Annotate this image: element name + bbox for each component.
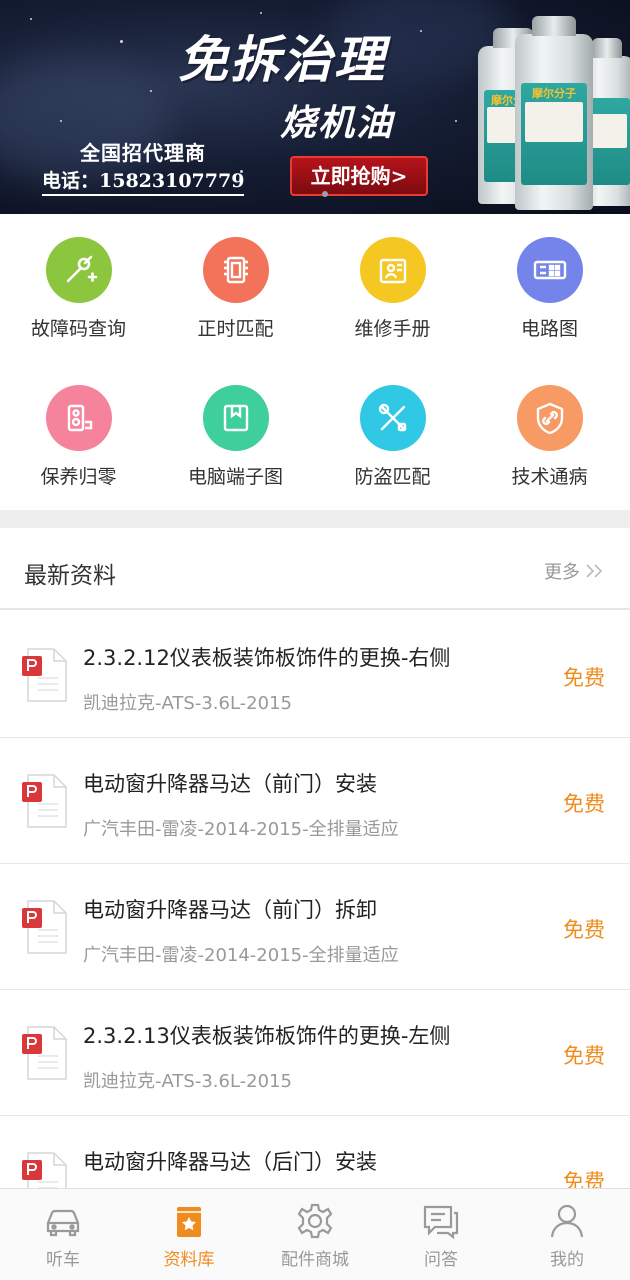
banner-star	[120, 40, 123, 43]
car-icon	[46, 1209, 80, 1237]
item-subtitle: 广汽丰田-雷凌-2014-2015-全排量适应	[83, 819, 399, 840]
double-chevron-right-icon	[586, 564, 603, 578]
list-item[interactable]: 电动窗升降器马达（前门）安装 广汽丰田-雷凌-2014-2015-全排量适应 免…	[0, 738, 630, 864]
category-label: 电脑端子图	[187, 466, 283, 488]
gear-icon	[297, 1203, 333, 1239]
category-common-issues[interactable]: 技术通病	[471, 362, 628, 510]
category-label: 正时匹配	[197, 318, 274, 340]
pdf-file-icon	[22, 648, 67, 702]
tab-mine[interactable]: 我的	[504, 1189, 630, 1280]
category-label: 保养归零	[40, 466, 117, 488]
library-icon	[177, 1207, 201, 1237]
tab-parts-mall[interactable]: 配件商城	[252, 1189, 378, 1280]
latest-section-header: 最新资料 更多	[0, 528, 630, 610]
item-subtitle: 凯迪拉克-ATS-3.6L-2015	[83, 693, 292, 714]
category-timing[interactable]: 正时匹配	[157, 214, 314, 362]
banner-headline: 免拆治理	[178, 30, 386, 89]
banner-agent-text: 全国招代理商	[80, 141, 206, 165]
category-circuit[interactable]: 电路图	[471, 214, 628, 362]
item-title: 2.3.2.13仪表板装饰板饰件的更换-左侧	[83, 1024, 451, 1048]
tab-library[interactable]: 资料库	[126, 1189, 252, 1280]
tab-label: 配件商城	[281, 1250, 349, 1270]
category-label: 技术通病	[511, 466, 588, 488]
pdf-file-icon	[22, 1026, 67, 1080]
shield-link-icon	[517, 385, 583, 451]
user-icon	[550, 1204, 584, 1238]
banner-star	[420, 30, 422, 32]
promo-banner[interactable]: 免拆治理 烧机油 全国招代理商 电话：15823107779 立即抢购> 摩尔分…	[0, 0, 630, 214]
item-title: 电动窗升降器马达（后门）安装	[83, 1150, 377, 1174]
category-label: 故障码查询	[30, 318, 126, 340]
item-subtitle: 凯迪拉克-ATS-3.6L-2015	[83, 1071, 292, 1092]
carousel-indicator	[322, 191, 328, 197]
tab-qa[interactable]: 问答	[378, 1189, 504, 1280]
item-title: 2.3.2.12仪表板装饰板饰件的更换-右侧	[83, 646, 451, 670]
banner-star	[455, 120, 457, 122]
product-can: 摩尔分子	[515, 16, 593, 210]
banner-star	[60, 120, 62, 122]
tab-label: 我的	[550, 1250, 584, 1270]
category-anti-theft[interactable]: 防盗匹配	[314, 362, 471, 510]
category-maintenance-reset[interactable]: 保养归零	[0, 362, 157, 510]
tab-listen-car[interactable]: 听车	[0, 1189, 126, 1280]
buy-now-button[interactable]: 立即抢购>	[290, 156, 428, 196]
category-label: 电路图	[520, 318, 578, 340]
category-fault-code[interactable]: 故障码查询	[0, 214, 157, 362]
banner-star	[260, 12, 262, 14]
list-item[interactable]: 电动窗升降器马达（前门）拆卸 广汽丰田-雷凌-2014-2015-全排量适应 免…	[0, 864, 630, 990]
tools-icon	[360, 385, 426, 451]
bottom-tab-bar: 听车 资料库 配件商城 问答 我的	[0, 1188, 630, 1280]
banner-subheadline: 烧机油	[280, 102, 395, 144]
chip-icon	[203, 237, 269, 303]
pdf-file-icon	[22, 774, 67, 828]
price-badge: 免费	[563, 666, 605, 690]
tab-label: 问答	[424, 1250, 458, 1270]
item-title: 电动窗升降器马达（前门）拆卸	[83, 898, 377, 922]
price-badge: 免费	[563, 918, 605, 942]
more-label: 更多	[544, 562, 580, 583]
category-label: 维修手册	[354, 318, 431, 340]
category-ecu-terminal[interactable]: 电脑端子图	[157, 362, 314, 510]
list-item[interactable]: 2.3.2.12仪表板装饰板饰件的更换-右侧 凯迪拉克-ATS-3.6L-201…	[0, 612, 630, 738]
more-link[interactable]: 更多	[544, 558, 606, 584]
circuit-icon	[517, 237, 583, 303]
tab-label: 听车	[46, 1250, 80, 1270]
price-badge: 免费	[563, 1044, 605, 1068]
banner-star	[150, 90, 152, 92]
item-subtitle: 广汽丰田-雷凌-2014-2015-全排量适应	[83, 945, 399, 966]
category-grid: 故障码查询 正时匹配 维修手册 电路图 保养归零 电脑端子图 防盗匹配 技术通病	[0, 214, 630, 510]
price-badge: 免费	[563, 792, 605, 816]
chat-icon	[423, 1205, 459, 1240]
banner-star	[30, 18, 32, 20]
maintenance-icon	[46, 385, 112, 451]
banner-phone[interactable]: 电话：15823107779	[42, 166, 245, 196]
category-manual[interactable]: 维修手册	[314, 214, 471, 362]
list-item[interactable]: 2.3.2.13仪表板装饰板饰件的更换-左侧 凯迪拉克-ATS-3.6L-201…	[0, 990, 630, 1116]
item-title: 电动窗升降器马达（前门）安装	[83, 772, 377, 796]
terminal-icon	[203, 385, 269, 451]
section-title: 最新资料	[24, 563, 116, 589]
wrench-icon	[46, 237, 112, 303]
pdf-file-icon	[22, 900, 67, 954]
tab-label: 资料库	[163, 1250, 215, 1270]
section-divider	[0, 510, 630, 528]
category-label: 防盗匹配	[354, 466, 431, 488]
manual-icon	[360, 237, 426, 303]
